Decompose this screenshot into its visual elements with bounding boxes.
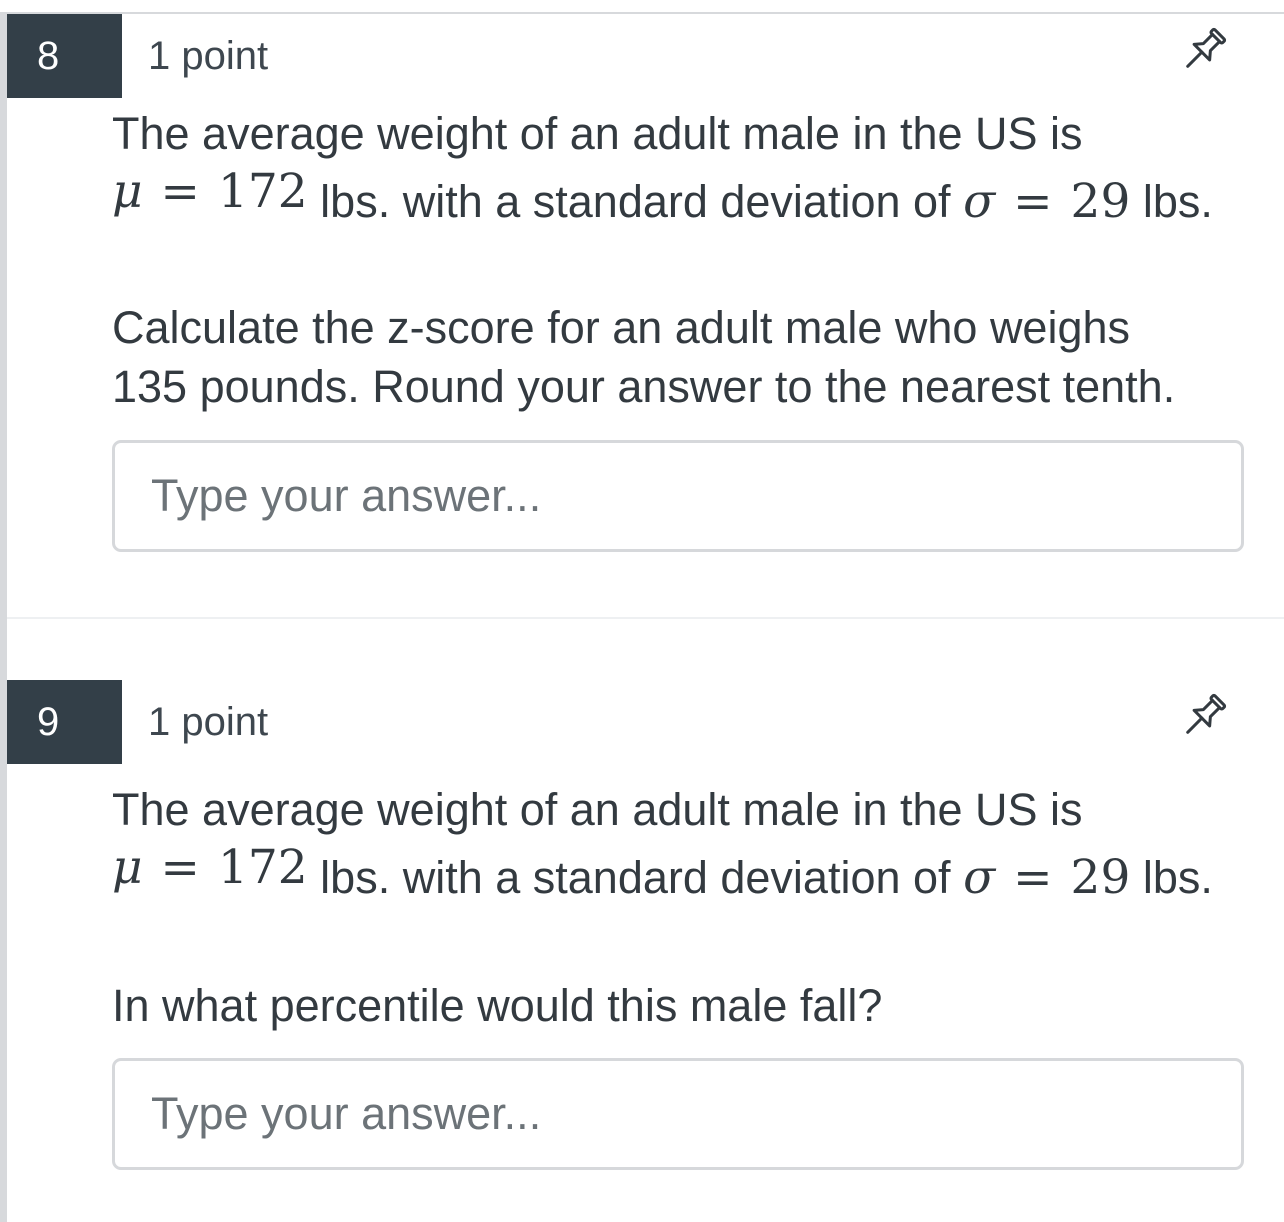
units-text: lbs. [1142,176,1213,227]
equals-sign: = [160,164,200,219]
mu-expression: μ = 172 [112,840,308,895]
sigma-expression: σ = 29 [963,174,1130,229]
question-points: 1 point [148,700,269,744]
question-prompt-continued: 135 pounds. Round your answer to the nea… [112,361,1176,412]
question-number-badge: 8 [7,14,122,98]
sigma-expression: σ = 29 [963,850,1130,905]
middle-text: lbs. with a standard deviation of [320,852,951,903]
equals-sign: = [1013,850,1053,905]
sigma-symbol: σ [963,174,996,229]
mu-symbol: μ [112,840,143,895]
units-text: lbs. [1142,852,1213,903]
mu-expression: μ = 172 [112,164,308,219]
mu-value: 172 [217,840,308,895]
question-points: 1 point [148,34,269,78]
question-formula-line: μ = 172 lbs. with a standard deviation of … [112,840,1213,906]
question-number-badge: 9 [7,680,122,764]
answer-input[interactable] [112,440,1244,552]
top-divider [0,12,1284,14]
equals-sign: = [160,840,200,895]
question-formula-line: μ = 172 lbs. with a standard deviation of … [112,164,1213,230]
left-rail [0,12,7,1222]
answer-input[interactable] [112,1058,1244,1170]
pin-icon[interactable] [1178,24,1230,76]
sigma-symbol: σ [963,850,996,905]
mu-symbol: μ [112,164,143,219]
question-divider [7,617,1284,619]
question-intro: The average weight of an adult male in t… [112,108,1083,159]
middle-text: lbs. with a standard deviation of [320,176,951,227]
sigma-value: 29 [1070,850,1131,905]
equals-sign: = [1013,174,1053,229]
question-intro: The average weight of an adult male in t… [112,784,1083,835]
pin-icon[interactable] [1178,690,1230,742]
sigma-value: 29 [1070,174,1131,229]
question-prompt: Calculate the z-score for an adult male … [112,302,1131,353]
mu-value: 172 [217,164,308,219]
question-prompt: In what percentile would this male fall? [112,980,883,1031]
